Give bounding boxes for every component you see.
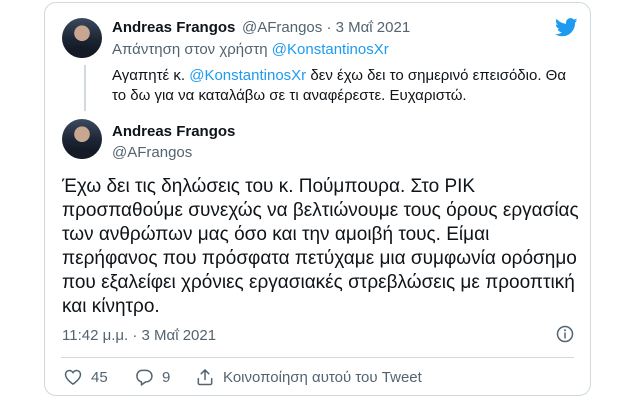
mention-link[interactable]: @KonstantinosXr [189, 67, 306, 84]
info-icon[interactable] [556, 325, 574, 343]
like-count: 45 [91, 368, 108, 386]
main-tweet-text: Έχω δει τις δηλώσεις του κ. Πούμπουρα. Σ… [62, 176, 579, 317]
tweet-timestamp[interactable]: 11:42 μ.μ. · 3 Μαΐ 2021 [62, 327, 216, 344]
reply-meta: @AFrangos · 3 Μαΐ 2021 [242, 19, 410, 36]
avatar[interactable] [62, 119, 102, 159]
tweet-date[interactable]: 3 Μαΐ 2021 [336, 19, 411, 36]
avatar[interactable] [62, 18, 102, 58]
reply-count: 9 [162, 368, 171, 386]
meta-separator: · [326, 19, 332, 36]
twitter-bird-icon[interactable] [555, 18, 578, 37]
author-handle[interactable]: @AFrangos [242, 19, 322, 36]
reply-icon [136, 369, 153, 386]
replying-to: Απάντηση στον χρήστη @KonstantinosXr [112, 41, 389, 58]
reply-button[interactable]: 9 [134, 367, 170, 387]
reply-tweet-text: Αγαπητέ κ. @KonstantinosXr δεν έχω δει τ… [112, 66, 572, 106]
author-name[interactable]: Andreas Frangos [112, 123, 235, 140]
thread-line [84, 65, 86, 111]
reply-text-prefix: Αγαπητέ κ. [112, 67, 190, 84]
share-label: Κοινοποίηση αυτού του Tweet [223, 368, 422, 386]
author-name[interactable]: Andreas Frangos [112, 19, 235, 36]
replying-to-label: Απάντηση στον χρήστη [112, 41, 272, 58]
tweet-card: Andreas Frangos @AFrangos · 3 Μαΐ 2021 Α… [44, 2, 591, 396]
heart-icon [64, 369, 82, 385]
replying-to-handle[interactable]: @KonstantinosXr [272, 41, 389, 58]
divider [61, 357, 574, 358]
author-handle[interactable]: @AFrangos [112, 144, 192, 161]
share-button[interactable]: Κοινοποίηση αυτού του Tweet [195, 367, 422, 387]
like-button[interactable]: 45 [63, 367, 108, 387]
share-icon [197, 369, 213, 386]
